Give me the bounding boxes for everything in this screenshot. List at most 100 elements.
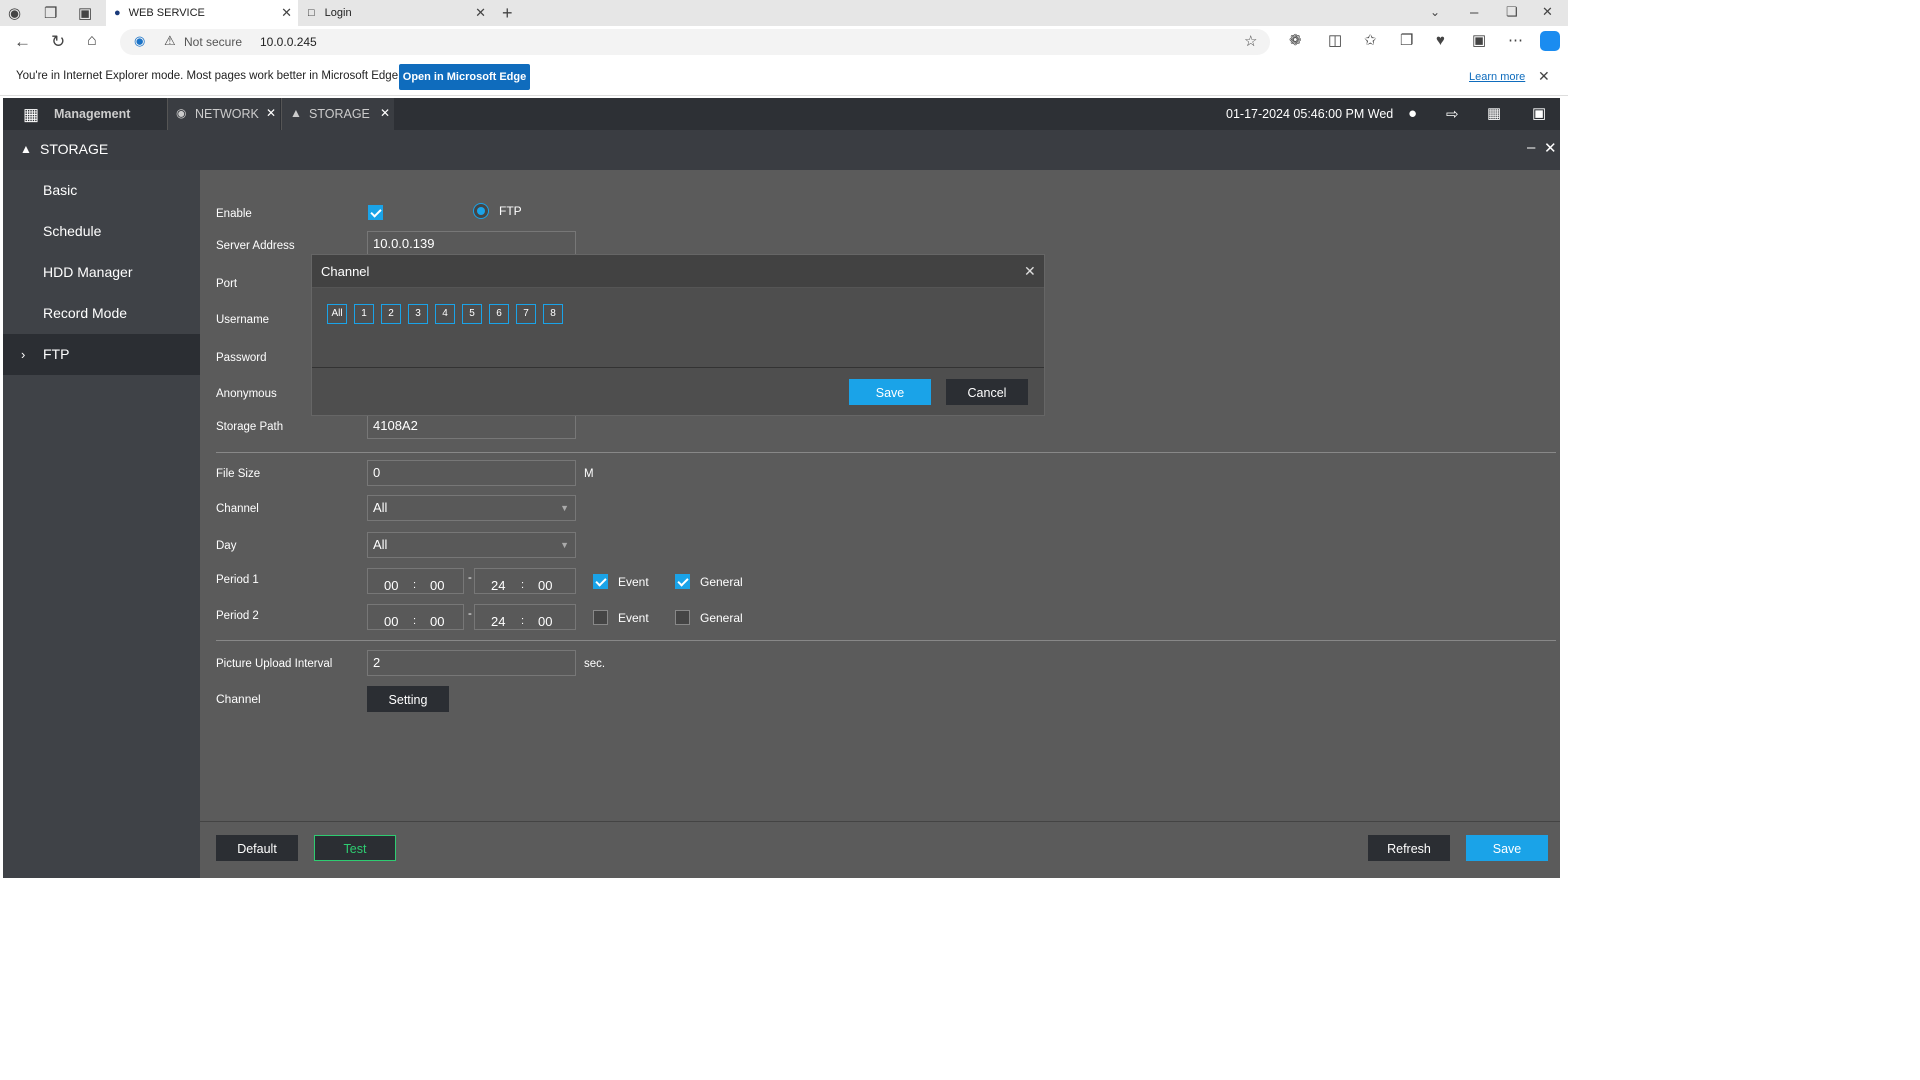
sidebar-item-label: Record Mode [43, 305, 128, 321]
close-window-icon[interactable]: ✕ [1542, 5, 1553, 18]
general-label: General [700, 575, 743, 589]
qr-code-icon[interactable]: ▦ [1487, 104, 1501, 122]
restore-icon[interactable]: ❏ [1506, 5, 1518, 18]
default-button[interactable]: Default [216, 835, 298, 861]
channel-select[interactable]: All ▼ [367, 495, 576, 521]
save-button[interactable]: Save [1466, 835, 1548, 861]
tab-actions-icon[interactable]: ▣ [78, 6, 92, 21]
open-in-edge-button[interactable]: Open in Microsoft Edge [399, 64, 530, 90]
chevron-right-icon: › [21, 347, 26, 362]
channel-button-all[interactable]: All [327, 304, 347, 324]
sidebar-item-basic[interactable]: Basic [3, 170, 200, 211]
event-label: Event [618, 611, 649, 625]
period2-end-time[interactable]: 24 : 00 [474, 604, 576, 630]
tab-network[interactable]: ◉ NETWORK ✕ [167, 98, 280, 130]
channel-button-3[interactable]: 3 [408, 304, 428, 324]
chevron-down-icon[interactable]: ⌄ [1430, 6, 1440, 18]
page-icon: □ [308, 7, 315, 19]
fullscreen-icon[interactable]: ▣ [1532, 104, 1546, 122]
user-icon[interactable]: ● [1408, 105, 1417, 122]
period2-event-checkbox[interactable] [593, 610, 608, 625]
test-button[interactable]: Test [314, 835, 396, 861]
minute-field[interactable]: 00 [430, 574, 444, 598]
period2-label: Period 2 [216, 610, 259, 622]
sidebar-item-ftp[interactable]: › FTP [3, 334, 200, 375]
browser-essentials-icon[interactable]: ♥ [1436, 33, 1445, 48]
ie-mode-icon[interactable]: ◉ [134, 34, 145, 47]
channel-button-1[interactable]: 1 [354, 304, 374, 324]
channel-button-5[interactable]: 5 [462, 304, 482, 324]
file-size-input[interactable]: 0 [367, 460, 576, 486]
tab-web-service[interactable]: ● WEB SERVICE ✕ [106, 0, 298, 26]
storage-path-input[interactable]: 4108A2 [367, 413, 576, 439]
favorites-icon[interactable]: ✩ [1364, 33, 1377, 48]
minute-field[interactable]: 00 [538, 574, 552, 598]
period2-general-checkbox[interactable] [675, 610, 690, 625]
period1-event-checkbox[interactable] [593, 574, 608, 589]
sidebar-item-label: HDD Manager [43, 264, 133, 280]
enable-checkbox[interactable] [368, 205, 383, 220]
hour-field[interactable]: 24 [491, 574, 505, 598]
dialog-cancel-button[interactable]: Cancel [946, 379, 1028, 405]
address-field[interactable]: ◉ ⚠ Not secure 10.0.0.245 ☆ [120, 29, 1270, 55]
hour-field[interactable]: 00 [384, 610, 398, 634]
close-tab-icon[interactable]: ✕ [475, 5, 486, 21]
refresh-button[interactable]: Refresh [1368, 835, 1450, 861]
period1-general-checkbox[interactable] [675, 574, 690, 589]
channel-button-4[interactable]: 4 [435, 304, 455, 324]
picture-upload-interval-input[interactable]: 2 [367, 650, 576, 676]
split-screen-icon[interactable]: ◫ [1328, 33, 1342, 48]
sidebar-item-hdd-manager[interactable]: HDD Manager [3, 252, 200, 293]
tab-label: STORAGE [309, 107, 370, 121]
channel-button-6[interactable]: 6 [489, 304, 509, 324]
port-label: Port [216, 278, 238, 290]
more-icon[interactable]: ⋯ [1508, 33, 1523, 48]
sidebar-item-schedule[interactable]: Schedule [3, 211, 200, 252]
close-tab-icon[interactable]: ✕ [266, 106, 276, 120]
extensions-icon[interactable]: ❁ [1289, 33, 1302, 48]
close-banner-icon[interactable]: ✕ [1538, 69, 1550, 83]
minimize-icon[interactable]: – [1527, 139, 1535, 156]
channel-button-2[interactable]: 2 [381, 304, 401, 324]
dialog-save-button[interactable]: Save [849, 379, 931, 405]
workspaces-icon[interactable]: ❐ [44, 6, 57, 21]
back-icon[interactable]: ← [14, 33, 31, 50]
close-icon[interactable]: ✕ [1024, 263, 1036, 280]
minute-field[interactable]: 00 [538, 610, 552, 634]
ftp-radio[interactable] [473, 203, 489, 219]
close-tab-icon[interactable]: ✕ [281, 5, 292, 21]
minimize-icon[interactable]: – [1470, 5, 1478, 20]
hour-field[interactable]: 00 [384, 574, 398, 598]
profile-icon[interactable]: ◉ [8, 6, 21, 21]
refresh-icon[interactable]: ↻ [51, 33, 65, 50]
close-tab-icon[interactable]: ✕ [380, 106, 390, 120]
warning-icon: ⚠ [164, 33, 176, 48]
new-tab-icon[interactable]: + [502, 4, 513, 22]
copilot-icon[interactable] [1540, 31, 1560, 51]
divider [216, 452, 1556, 453]
period1-end-time[interactable]: 24 : 00 [474, 568, 576, 594]
minute-field[interactable]: 00 [430, 610, 444, 634]
select-value: All [373, 537, 388, 552]
tab-storage[interactable]: ▲ STORAGE ✕ [281, 98, 394, 130]
period1-start-time[interactable]: 00 : 00 [367, 568, 464, 594]
sidebar-item-record-mode[interactable]: Record Mode [3, 293, 200, 334]
grid-menu-icon[interactable]: ▦ [23, 105, 39, 125]
period2-start-time[interactable]: 00 : 00 [367, 604, 464, 630]
collections-icon[interactable]: ❐ [1400, 33, 1413, 48]
screenshot-icon[interactable]: ▣ [1472, 33, 1486, 48]
home-icon[interactable]: ⌂ [87, 33, 97, 49]
close-icon[interactable]: ✕ [1544, 139, 1557, 157]
hour-field[interactable]: 24 [491, 610, 505, 634]
logout-icon[interactable]: ⇨ [1446, 105, 1459, 123]
channel-button-7[interactable]: 7 [516, 304, 536, 324]
learn-more-link[interactable]: Learn more [1469, 71, 1525, 83]
time-separator: : [521, 579, 525, 591]
ftp-label: FTP [499, 204, 522, 218]
day-select[interactable]: All ▼ [367, 532, 576, 558]
management-label[interactable]: Management [54, 107, 130, 121]
channel-button-8[interactable]: 8 [543, 304, 563, 324]
channel-setting-button[interactable]: Setting [367, 686, 449, 712]
tab-login[interactable]: □ Login ✕ [300, 0, 492, 26]
favorite-star-icon[interactable]: ☆ [1244, 34, 1257, 49]
